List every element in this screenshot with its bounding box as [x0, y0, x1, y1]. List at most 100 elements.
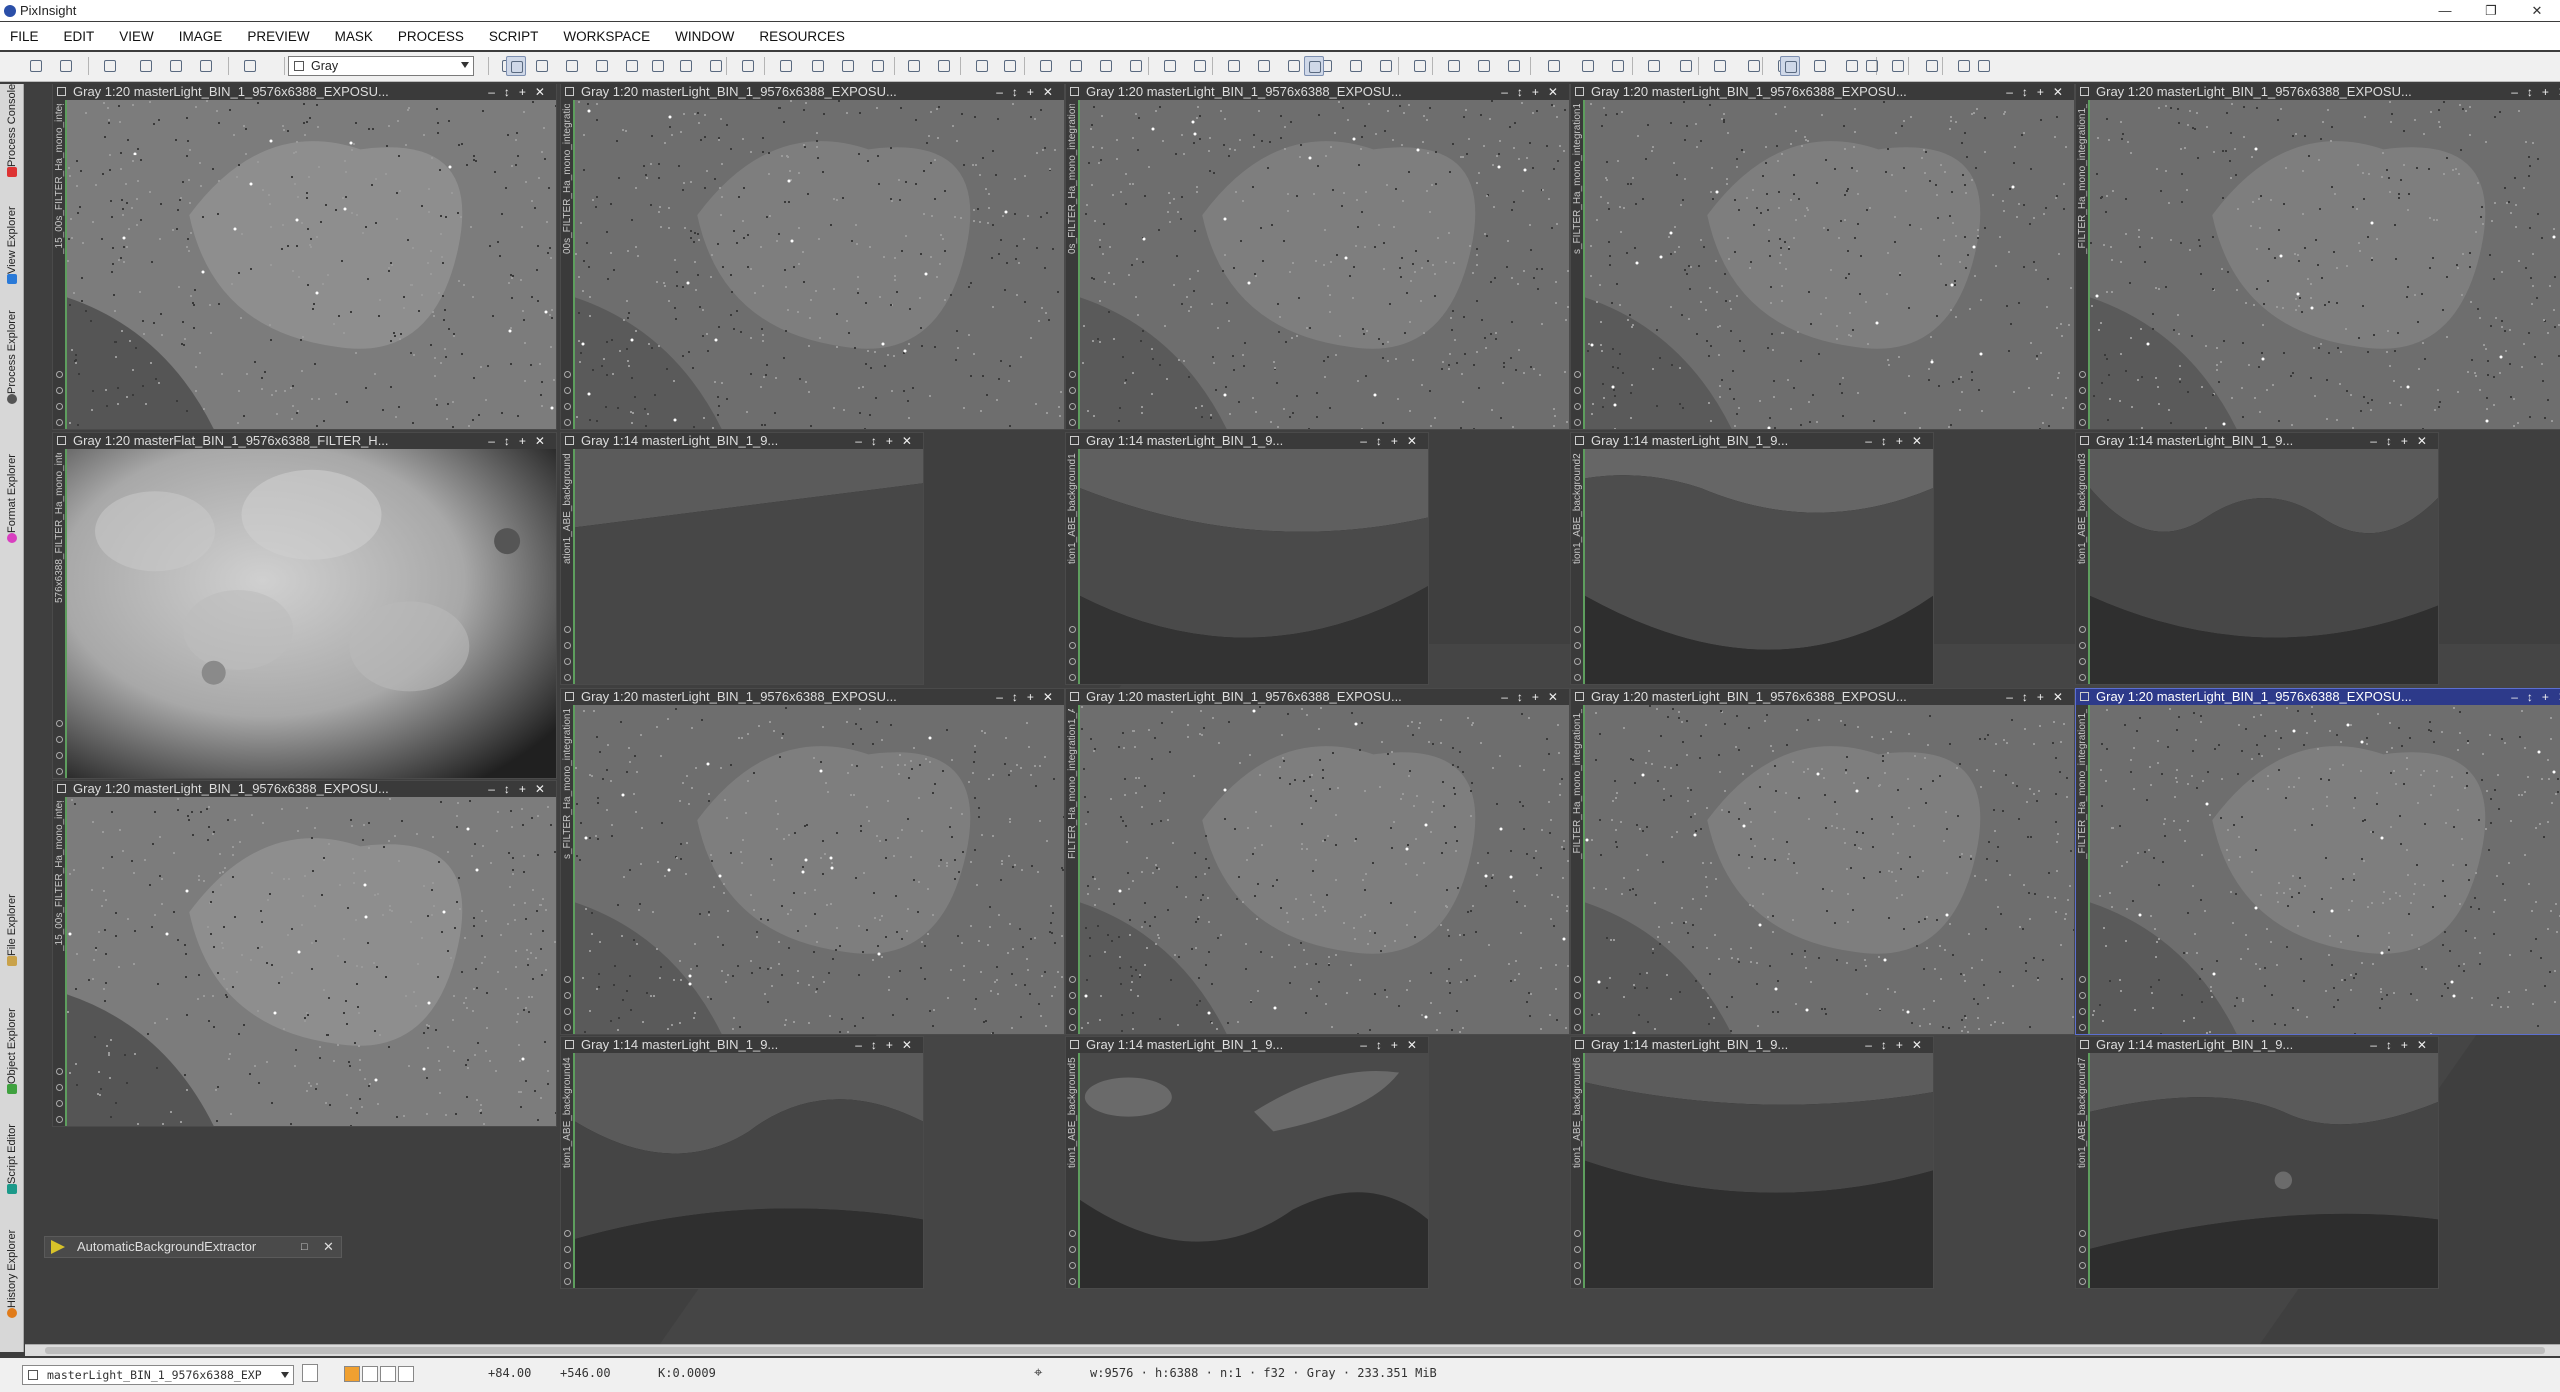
window-controls[interactable]: –↕+✕: [488, 781, 554, 797]
window-mode-icon[interactable]: [1069, 1262, 1076, 1269]
window-mode-icon[interactable]: [2079, 642, 2086, 649]
toolbar-button-icon[interactable]: [1862, 56, 1882, 76]
window-mode-icon[interactable]: [564, 1008, 571, 1015]
display-channel-icon[interactable]: [380, 1366, 396, 1382]
image-canvas[interactable]: [575, 1053, 923, 1288]
image-window[interactable]: Gray 1:20 masterFlat_BIN_1_9576x6388_FIL…: [52, 432, 557, 779]
image-window[interactable]: Gray 1:20 masterLight_BIN_1_9576x6388_EX…: [1570, 688, 2075, 1035]
toolbar-button-icon[interactable]: [1744, 56, 1764, 76]
toolbar-button-icon[interactable]: [972, 56, 992, 76]
window-mode-icon[interactable]: [2079, 371, 2086, 378]
toolbar-button-icon[interactable]: [1810, 56, 1830, 76]
toolbar-toggle-icon[interactable]: [1304, 56, 1324, 76]
window-mode-icon[interactable]: [2079, 1008, 2086, 1015]
image-window-titlebar[interactable]: Gray 1:20 masterLight_BIN_1_9576x6388_EX…: [1066, 84, 1569, 100]
image-window[interactable]: Gray 1:20 masterLight_BIN_1_9576x6388_EX…: [52, 84, 557, 430]
image-window-titlebar[interactable]: Gray 1:14 masterLight_BIN_1_9... –↕+✕: [1571, 433, 1933, 449]
tab-object-explorer[interactable]: Object Explorer: [2, 1008, 22, 1120]
window-mode-icon[interactable]: [564, 387, 571, 394]
image-window-titlebar[interactable]: Gray 1:14 masterLight_BIN_1_9... –↕+✕: [2076, 433, 2438, 449]
tab-view-explorer[interactable]: View Explorer: [2, 206, 22, 306]
window-mode-icon[interactable]: [2079, 1262, 2086, 1269]
window-mode-icon[interactable]: [1574, 403, 1581, 410]
toolbar-button-icon[interactable]: [1710, 56, 1730, 76]
image-window-titlebar[interactable]: Gray 1:20 masterFlat_BIN_1_9576x6388_FIL…: [53, 433, 556, 449]
menu-preview[interactable]: PREVIEW: [247, 29, 309, 44]
toolbar-button-icon[interactable]: [1126, 56, 1146, 76]
window-mode-icon[interactable]: [56, 419, 63, 426]
image-window[interactable]: Gray 1:14 masterLight_BIN_1_9... –↕+✕ tion…: [1570, 432, 1934, 685]
tab-file-explorer[interactable]: File Explorer: [2, 894, 22, 1004]
display-channel-icon[interactable]: [362, 1366, 378, 1382]
window-controls[interactable]: –↕+✕: [2006, 84, 2072, 100]
menu-process[interactable]: PROCESS: [398, 29, 464, 44]
menu-resources[interactable]: RESOURCES: [759, 29, 845, 44]
image-window-titlebar[interactable]: Gray 1:20 masterLight_BIN_1_9576x6388_EX…: [1571, 689, 2074, 705]
toolbar-button-icon[interactable]: [1190, 56, 1210, 76]
toolbar-button-icon[interactable]: [1608, 56, 1628, 76]
toolbar-button-icon[interactable]: [1644, 56, 1664, 76]
toolbar-button-icon[interactable]: [622, 56, 642, 76]
image-canvas[interactable]: [2090, 705, 2560, 1034]
image-window-titlebar[interactable]: Gray 1:20 masterLight_BIN_1_9576x6388_EX…: [53, 781, 556, 797]
window-mode-icon[interactable]: [564, 658, 571, 665]
horizontal-scrollbar[interactable]: [25, 1344, 2560, 1356]
image-window-titlebar[interactable]: Gray 1:20 masterLight_BIN_1_9576x6388_EX…: [2076, 689, 2560, 705]
window-mode-icon[interactable]: [2079, 992, 2086, 999]
toolbar-button-icon[interactable]: [1224, 56, 1244, 76]
status-view-selector[interactable]: masterLight_BIN_1_9576x6388_EXP: [22, 1365, 294, 1385]
window-mode-icon[interactable]: [56, 1084, 63, 1091]
toolbar-toggle-icon[interactable]: [1780, 56, 1800, 76]
window-controls[interactable]: –↕+✕: [2370, 1037, 2436, 1053]
toolbar-button-icon[interactable]: [904, 56, 924, 76]
image-window[interactable]: Gray 1:14 masterLight_BIN_1_9... –↕+✕ tion…: [2075, 1036, 2439, 1289]
toolbar-button-icon[interactable]: [562, 56, 582, 76]
restore-icon[interactable]: ❐: [2468, 0, 2514, 21]
toolbar-button-icon[interactable]: [1000, 56, 1020, 76]
window-mode-icon[interactable]: [1574, 1230, 1581, 1237]
window-mode-icon[interactable]: [564, 1024, 571, 1031]
menu-workspace[interactable]: WORKSPACE: [563, 29, 650, 44]
image-window[interactable]: Gray 1:20 masterLight_BIN_1_9576x6388_EX…: [560, 84, 1065, 430]
image-canvas[interactable]: [2090, 449, 2438, 684]
window-mode-icon[interactable]: [56, 1100, 63, 1107]
window-mode-icon[interactable]: [564, 419, 571, 426]
toolbar-button-icon[interactable]: [166, 56, 186, 76]
image-window-titlebar[interactable]: Gray 1:20 masterLight_BIN_1_9576x6388_EX…: [561, 689, 1064, 705]
window-mode-icon[interactable]: [2079, 674, 2086, 681]
toolbar-button-icon[interactable]: [1578, 56, 1598, 76]
tab-script-editor[interactable]: Script Editor: [2, 1124, 22, 1224]
image-window[interactable]: Gray 1:20 masterLight_BIN_1_9576x6388_EX…: [1570, 84, 2075, 430]
window-mode-icon[interactable]: [1574, 992, 1581, 999]
image-window-titlebar[interactable]: Gray 1:20 masterLight_BIN_1_9576x6388_EX…: [1571, 84, 2074, 100]
window-mode-icon[interactable]: [2079, 387, 2086, 394]
menu-edit[interactable]: EDIT: [64, 29, 95, 44]
image-window[interactable]: Gray 1:14 masterLight_BIN_1_9... –↕+✕ tion…: [1065, 432, 1429, 685]
toolbar-button-icon[interactable]: [196, 56, 216, 76]
image-canvas[interactable]: [67, 449, 556, 778]
close-icon[interactable]: ✕: [2514, 0, 2560, 21]
window-mode-icon[interactable]: [56, 387, 63, 394]
window-mode-icon[interactable]: [1069, 419, 1076, 426]
image-window-titlebar[interactable]: Gray 1:20 masterLight_BIN_1_9576x6388_EX…: [53, 84, 556, 100]
window-controls[interactable]: –↕+✕: [1501, 689, 1567, 705]
image-canvas[interactable]: [575, 449, 923, 684]
window-mode-icon[interactable]: [1069, 1246, 1076, 1253]
toolbar-button-icon[interactable]: [838, 56, 858, 76]
window-mode-icon[interactable]: [1069, 403, 1076, 410]
window-controls[interactable]: –↕+✕: [1360, 433, 1426, 449]
window-controls[interactable]: –↕+✕: [2370, 433, 2436, 449]
window-mode-icon[interactable]: [564, 976, 571, 983]
window-mode-icon[interactable]: [2079, 1230, 2086, 1237]
window-mode-icon[interactable]: [56, 403, 63, 410]
window-mode-icon[interactable]: [2079, 658, 2086, 665]
image-canvas[interactable]: [1585, 100, 2074, 429]
window-mode-icon[interactable]: [1069, 992, 1076, 999]
window-mode-icon[interactable]: [564, 626, 571, 633]
toolbar-button-icon[interactable]: [240, 56, 260, 76]
image-window[interactable]: Gray 1:20 masterLight_BIN_1_9576x6388_EX…: [2075, 84, 2560, 430]
toolbar-button-icon[interactable]: [1504, 56, 1524, 76]
window-mode-icon[interactable]: [56, 768, 63, 775]
window-mode-icon[interactable]: [56, 720, 63, 727]
image-window[interactable]: Gray 1:20 masterLight_BIN_1_9576x6388_EX…: [1065, 688, 1570, 1035]
